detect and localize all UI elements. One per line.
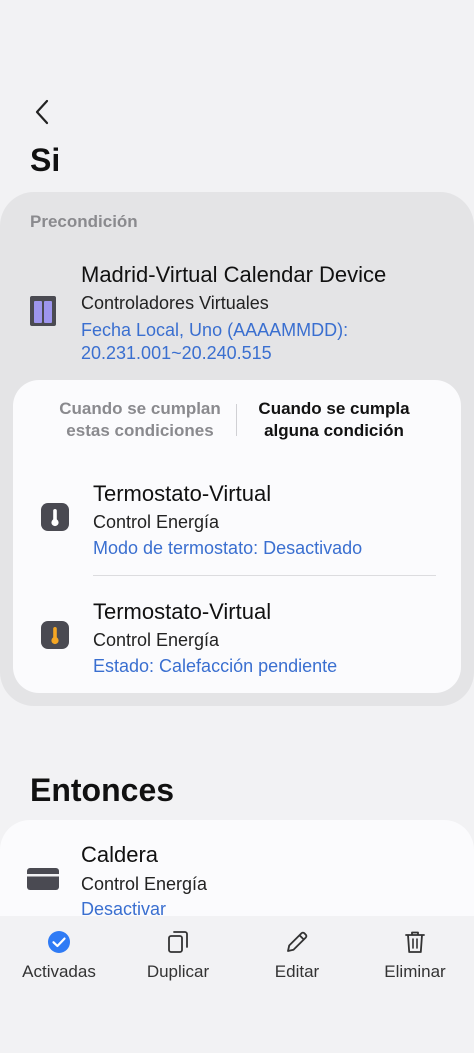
then-title: Entonces bbox=[30, 772, 175, 808]
action-device-name: Caldera bbox=[81, 842, 159, 867]
condition-device-name: Termostato-Virtual bbox=[93, 481, 272, 506]
thermostat-heating-icon bbox=[40, 620, 70, 650]
condition-device-name: Termostato-Virtual bbox=[93, 599, 272, 624]
condition-device-group: Control Energía bbox=[93, 630, 220, 650]
edit-label: Editar bbox=[274, 962, 320, 981]
device-group: Controladores Virtuales bbox=[81, 293, 269, 313]
row-divider bbox=[93, 575, 436, 576]
trash-icon bbox=[356, 928, 474, 956]
chevron-left-icon bbox=[33, 98, 51, 131]
condition-status: Estado: Calefacción pendiente bbox=[93, 656, 338, 676]
mode-any-label-line1: Cuando se cumpla bbox=[258, 399, 410, 418]
check-circle-icon bbox=[0, 928, 118, 956]
precondition-label: Precondición bbox=[30, 212, 138, 231]
duplicate-label: Duplicar bbox=[146, 962, 210, 981]
mode-divider bbox=[236, 404, 237, 436]
thermostat-icon bbox=[40, 502, 70, 532]
calendar-device-icon bbox=[28, 296, 58, 326]
edit-button[interactable]: Editar bbox=[238, 928, 356, 982]
boiler-icon bbox=[26, 864, 60, 894]
delete-label: Eliminar bbox=[384, 962, 446, 981]
device-name: Madrid-Virtual Calendar Device bbox=[81, 262, 387, 287]
duplicate-button[interactable]: Duplicar bbox=[119, 928, 237, 982]
condition-status: Modo de termostato: Desactivado bbox=[93, 538, 363, 558]
mode-any-condition-button[interactable]: Cuando se cumpla alguna condición bbox=[239, 398, 429, 442]
condition-device-group: Control Energía bbox=[93, 512, 220, 532]
back-button[interactable] bbox=[24, 94, 60, 134]
device-status-line2: 20.231.001~20.240.515 bbox=[81, 343, 272, 363]
mode-any-label-line2: alguna condición bbox=[264, 421, 404, 440]
action-device-group: Control Energía bbox=[81, 874, 208, 894]
page-title: Si bbox=[30, 142, 61, 178]
pencil-icon bbox=[238, 928, 356, 956]
activated-button[interactable]: Activadas bbox=[0, 928, 118, 982]
mode-all-conditions-button[interactable]: Cuando se cumplan estas condiciones bbox=[45, 398, 235, 442]
delete-button[interactable]: Eliminar bbox=[356, 928, 474, 982]
mode-all-label-line2: estas condiciones bbox=[66, 421, 214, 440]
activated-label: Activadas bbox=[22, 962, 96, 981]
mode-all-label-line1: Cuando se cumplan bbox=[59, 399, 221, 418]
duplicate-icon bbox=[119, 928, 237, 956]
device-status-line1: Fecha Local, Uno (AAAAMMDD): bbox=[81, 320, 349, 340]
